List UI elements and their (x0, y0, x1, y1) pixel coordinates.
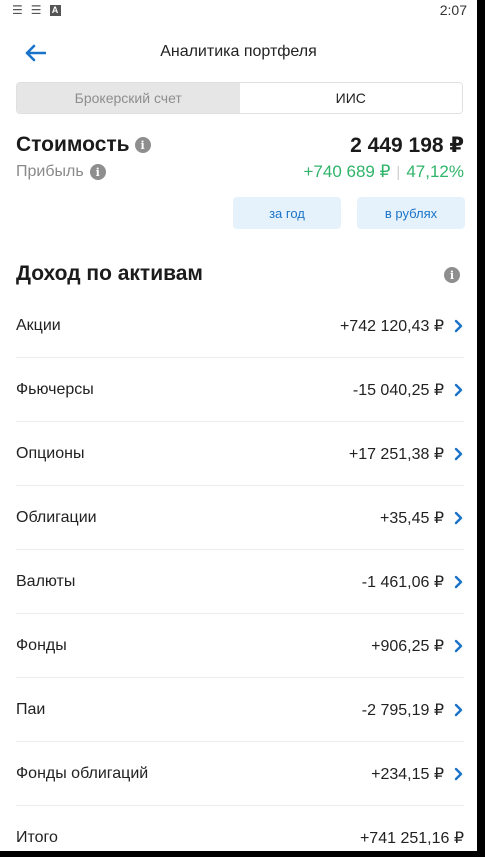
total-label: Итого (16, 829, 58, 846)
value-label-group: Стоимость i (16, 133, 151, 157)
chevron-right-icon (454, 767, 463, 780)
row-right: +742 120,43 ₽ (340, 316, 464, 336)
chevron-right-icon (454, 383, 463, 396)
chevron-right-icon (454, 703, 463, 716)
income-list: Акции +742 120,43 ₽ Фьючерсы -15 040,25 … (16, 294, 464, 851)
asset-name: Фьючерсы (16, 380, 94, 398)
section-title: Доход по активам (16, 262, 203, 285)
page-title: Аналитика портфеля (160, 43, 317, 60)
total-row: Итого +741 251,16 ₽ (16, 806, 464, 851)
row-right: +906,25 ₽ (371, 636, 464, 656)
asset-income: +234,15 ₽ (371, 765, 444, 783)
status-bar: ☰ ☰ A 2:07 (0, 0, 477, 20)
asset-name: Облигации (16, 508, 97, 526)
row-right: -1 461,06 ₽ (362, 572, 464, 592)
row-right: +35,45 ₽ (380, 508, 464, 528)
profit-label: Прибыль (16, 163, 84, 180)
screen: ☰ ☰ A 2:07 Аналитика портфеля Брокерский… (0, 0, 477, 851)
asset-income: -2 795,19 ₽ (361, 701, 444, 719)
total-value: +741 251,16 ₽ (359, 830, 464, 847)
list-item[interactable]: Валюты -1 461,06 ₽ (16, 550, 464, 614)
portfolio-value-row: Стоимость i 2 449 198 ₽ (16, 130, 464, 160)
account-tabs: Брокерский счет ИИС (16, 82, 463, 114)
asset-income: +742 120,43 ₽ (339, 317, 444, 335)
list-item[interactable]: Фьючерсы -15 040,25 ₽ (16, 358, 464, 422)
tab-iis[interactable]: ИИС (239, 83, 462, 113)
asset-name: Фонды (16, 636, 67, 654)
asset-name: Фонды облигаций (16, 764, 149, 782)
asset-income: +35,45 ₽ (379, 509, 444, 527)
asset-income: +17 251,38 ₽ (348, 445, 444, 463)
asset-name: Валюты (16, 572, 76, 590)
portfolio-value: 2 449 198 ₽ (350, 133, 464, 157)
chevron-right-icon (454, 639, 463, 652)
row-right: -2 795,19 ₽ (362, 700, 464, 720)
info-icon[interactable]: i (89, 164, 106, 180)
info-icon[interactable]: i (444, 267, 460, 283)
list-item[interactable]: Фонды +906,25 ₽ (16, 614, 464, 678)
asset-income: -1 461,06 ₽ (361, 573, 444, 591)
list-item[interactable]: Паи -2 795,19 ₽ (16, 678, 464, 742)
divider: | (396, 163, 401, 181)
status-time: 2:07 (439, 2, 467, 18)
list-item[interactable]: Облигации +35,45 ₽ (16, 486, 464, 550)
app-a-icon: A (49, 4, 61, 16)
chevron-right-icon (454, 511, 463, 524)
value-label: Стоимость (16, 133, 130, 156)
profit-values: +740 689 ₽ | 47,12% (304, 162, 465, 182)
asset-income: +906,25 ₽ (371, 637, 444, 655)
notification-lines-icon: ☰ (12, 3, 23, 17)
profit-amount: +740 689 ₽ (303, 162, 391, 181)
period-filter-button[interactable]: за год (233, 197, 341, 229)
info-icon[interactable]: i (134, 137, 151, 153)
app-bar: Аналитика портфеля (0, 20, 477, 84)
list-item[interactable]: Опционы +17 251,38 ₽ (16, 422, 464, 486)
chevron-right-icon (454, 319, 463, 332)
tab-broker-account[interactable]: Брокерский счет (17, 83, 240, 113)
profit-label-group: Прибыль i (16, 163, 106, 181)
currency-filter-button[interactable]: в рублях (357, 197, 465, 229)
profit-percent: 47,12% (406, 162, 464, 181)
asset-name: Паи (16, 700, 46, 718)
list-item[interactable]: Фонды облигаций +234,15 ₽ (16, 742, 464, 806)
row-right: -15 040,25 ₽ (353, 380, 464, 400)
asset-name: Акции (16, 316, 61, 334)
status-icons: ☰ ☰ A (12, 3, 61, 17)
row-right: +17 251,38 ₽ (349, 444, 464, 464)
asset-income: -15 040,25 ₽ (352, 381, 444, 399)
notification-lines-icon: ☰ (30, 3, 42, 17)
chevron-right-icon (454, 575, 463, 588)
profit-row: Прибыль i +740 689 ₽ | 47,12% (16, 160, 464, 184)
list-item[interactable]: Акции +742 120,43 ₽ (16, 294, 464, 358)
row-right: +234,15 ₽ (371, 764, 464, 784)
chevron-right-icon (454, 447, 463, 460)
asset-name: Опционы (16, 444, 85, 462)
